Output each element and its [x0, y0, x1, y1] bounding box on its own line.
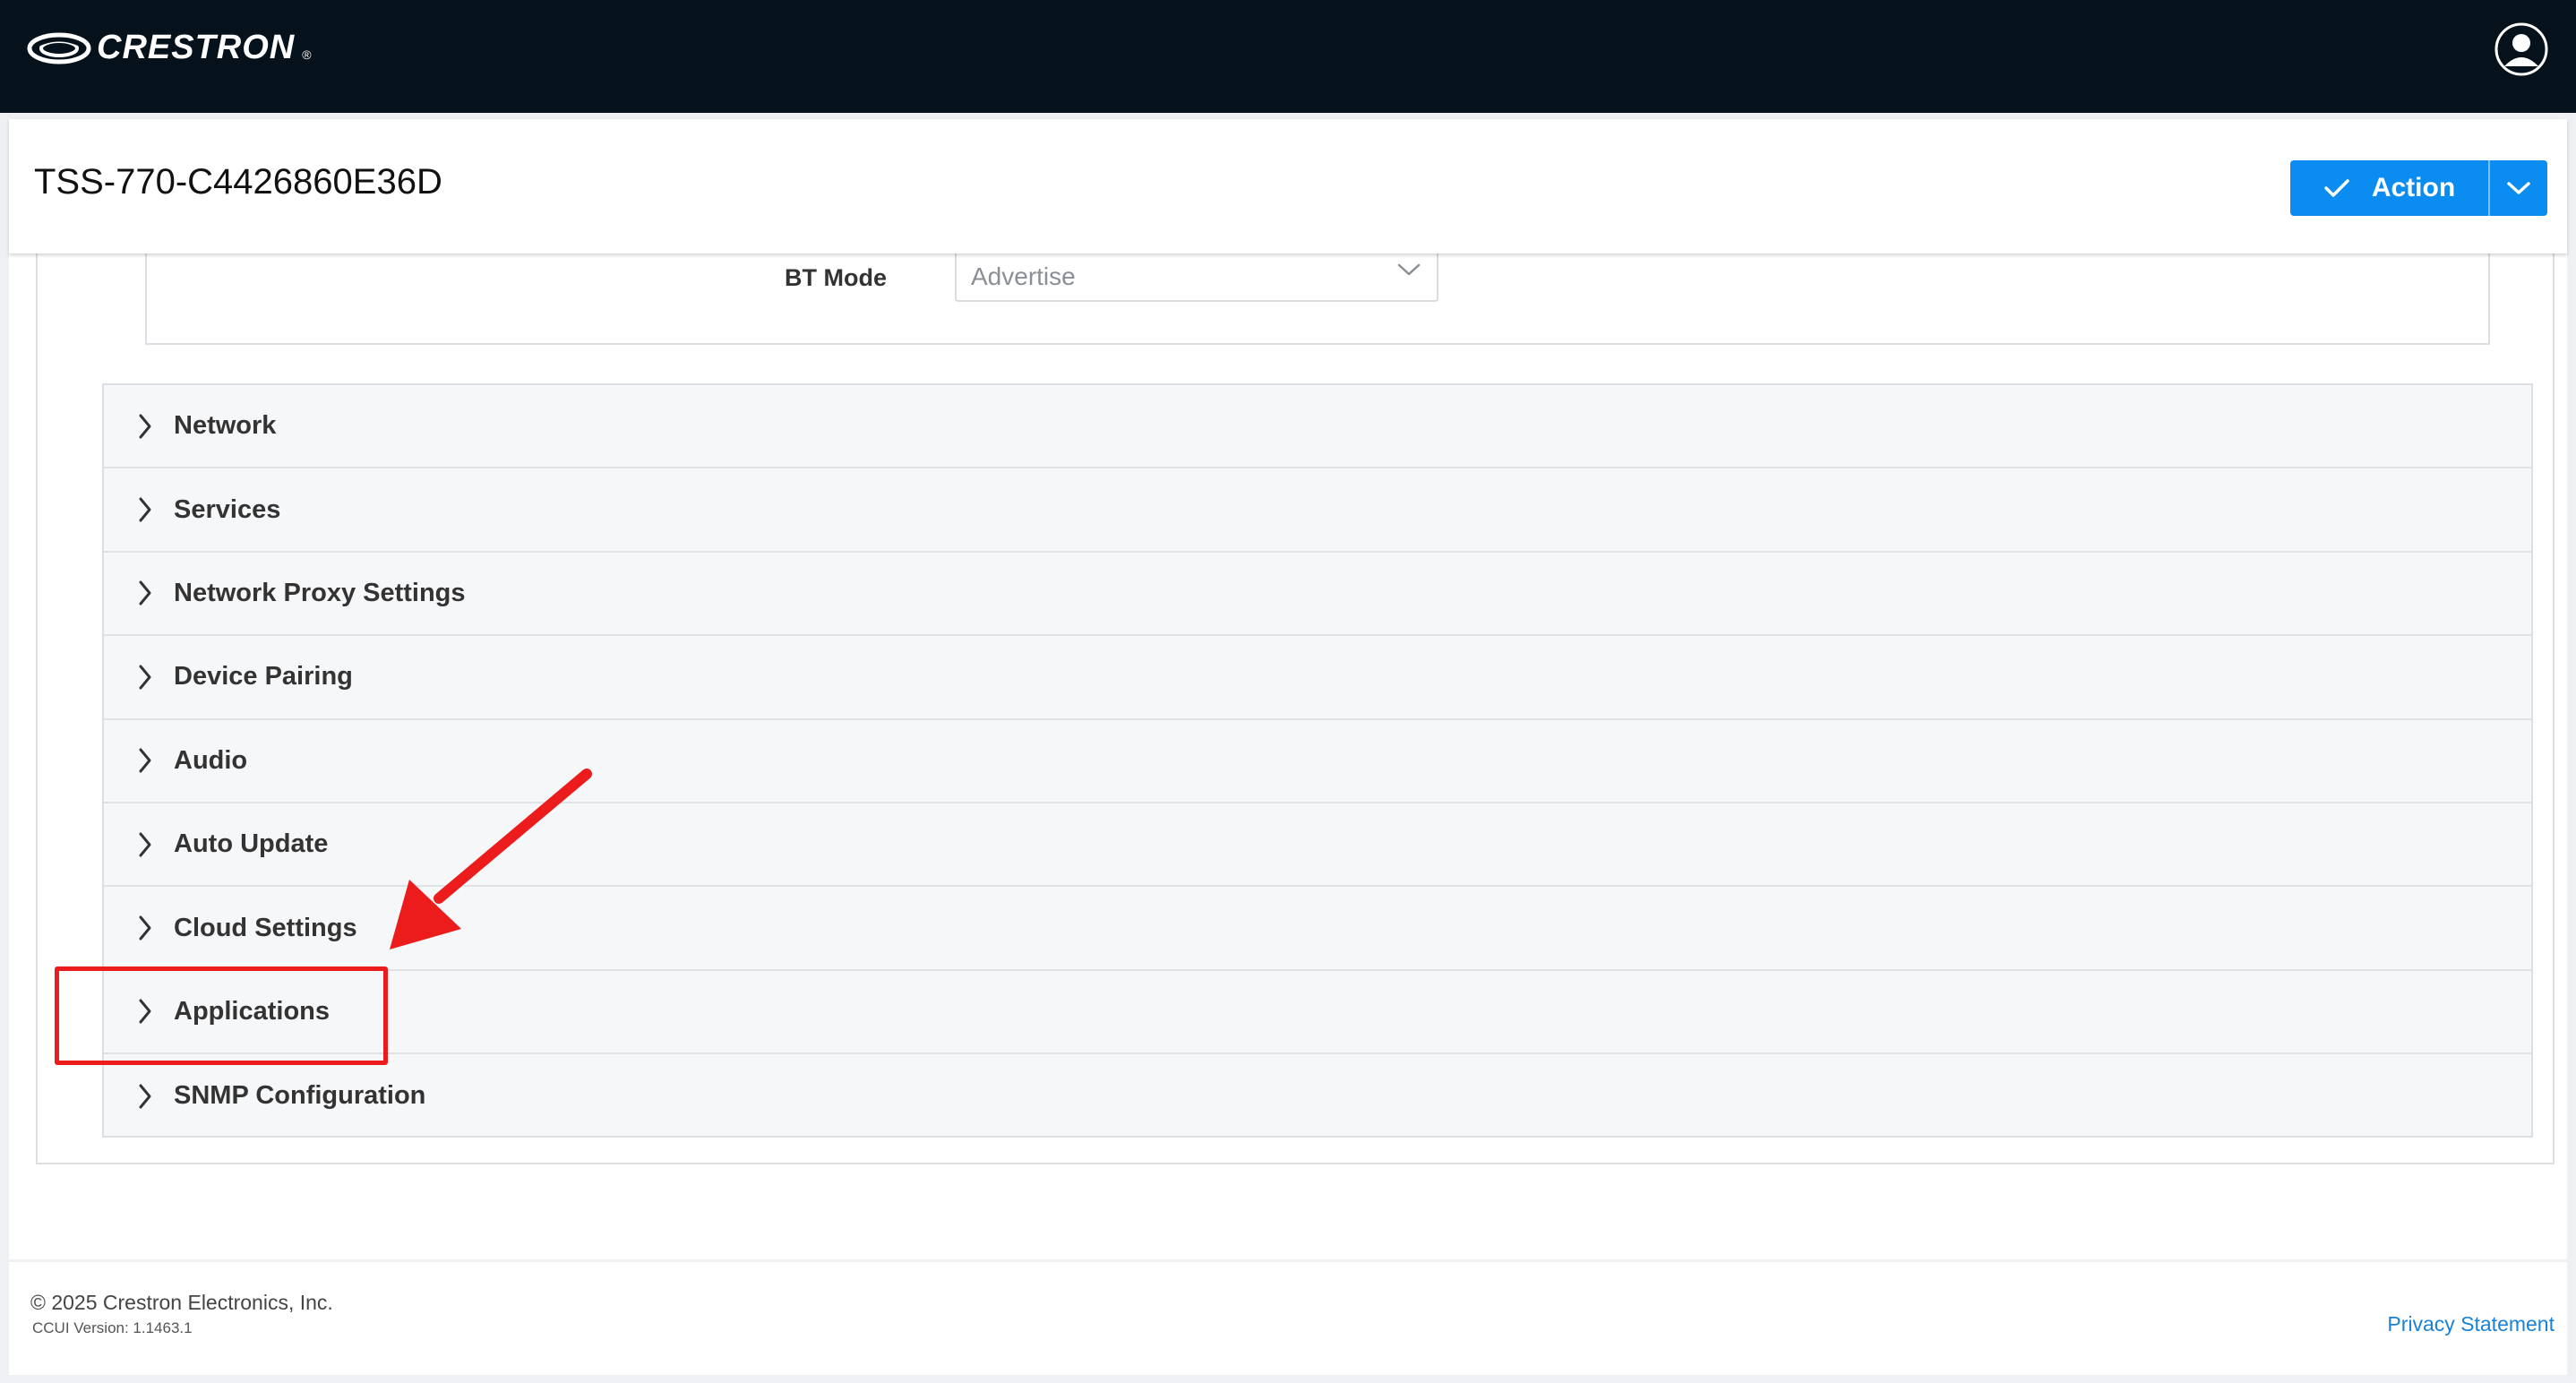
annotation-arrow-icon	[390, 769, 592, 949]
